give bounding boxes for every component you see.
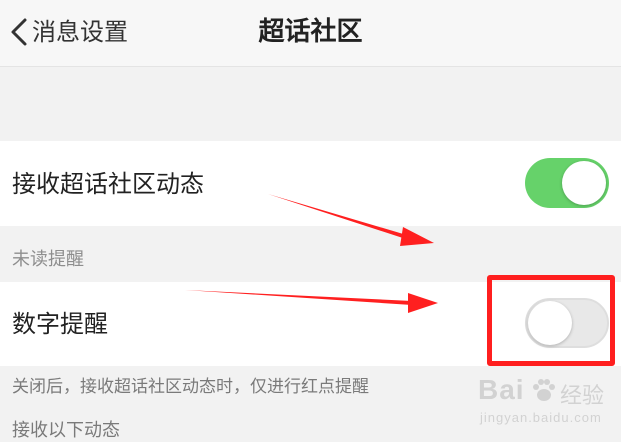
section-spacer [0,67,621,141]
receive-updates-label: 接收超话社区动态 [12,170,204,198]
unread-section-header: 未读提醒 [12,249,84,270]
receive-updates-row: 接收超话社区动态 [0,141,621,226]
watermark-brand-suffix: 经验 [560,383,605,408]
highlight-box [487,275,615,366]
digit-reminder-label: 数字提醒 [12,310,108,338]
page-title: 超话社区 [258,17,363,47]
footer-note: 关闭后，接收超话社区动态时，仅进行红点提醒 [12,377,369,397]
toggle-knob [562,161,606,205]
watermark-logo: Bai 经验 jingyan.baidu.com [474,372,614,432]
paw-icon [533,379,555,401]
watermark-brand: Bai [478,374,525,405]
watermark-url: jingyan.baidu.com [480,410,602,425]
next-section-header: 接收以下动态 [12,420,120,441]
unread-section: 未读提醒 [0,226,621,282]
receive-updates-toggle[interactable] [525,158,609,208]
navigation-bar: 消息设置 超话社区 [0,0,621,67]
